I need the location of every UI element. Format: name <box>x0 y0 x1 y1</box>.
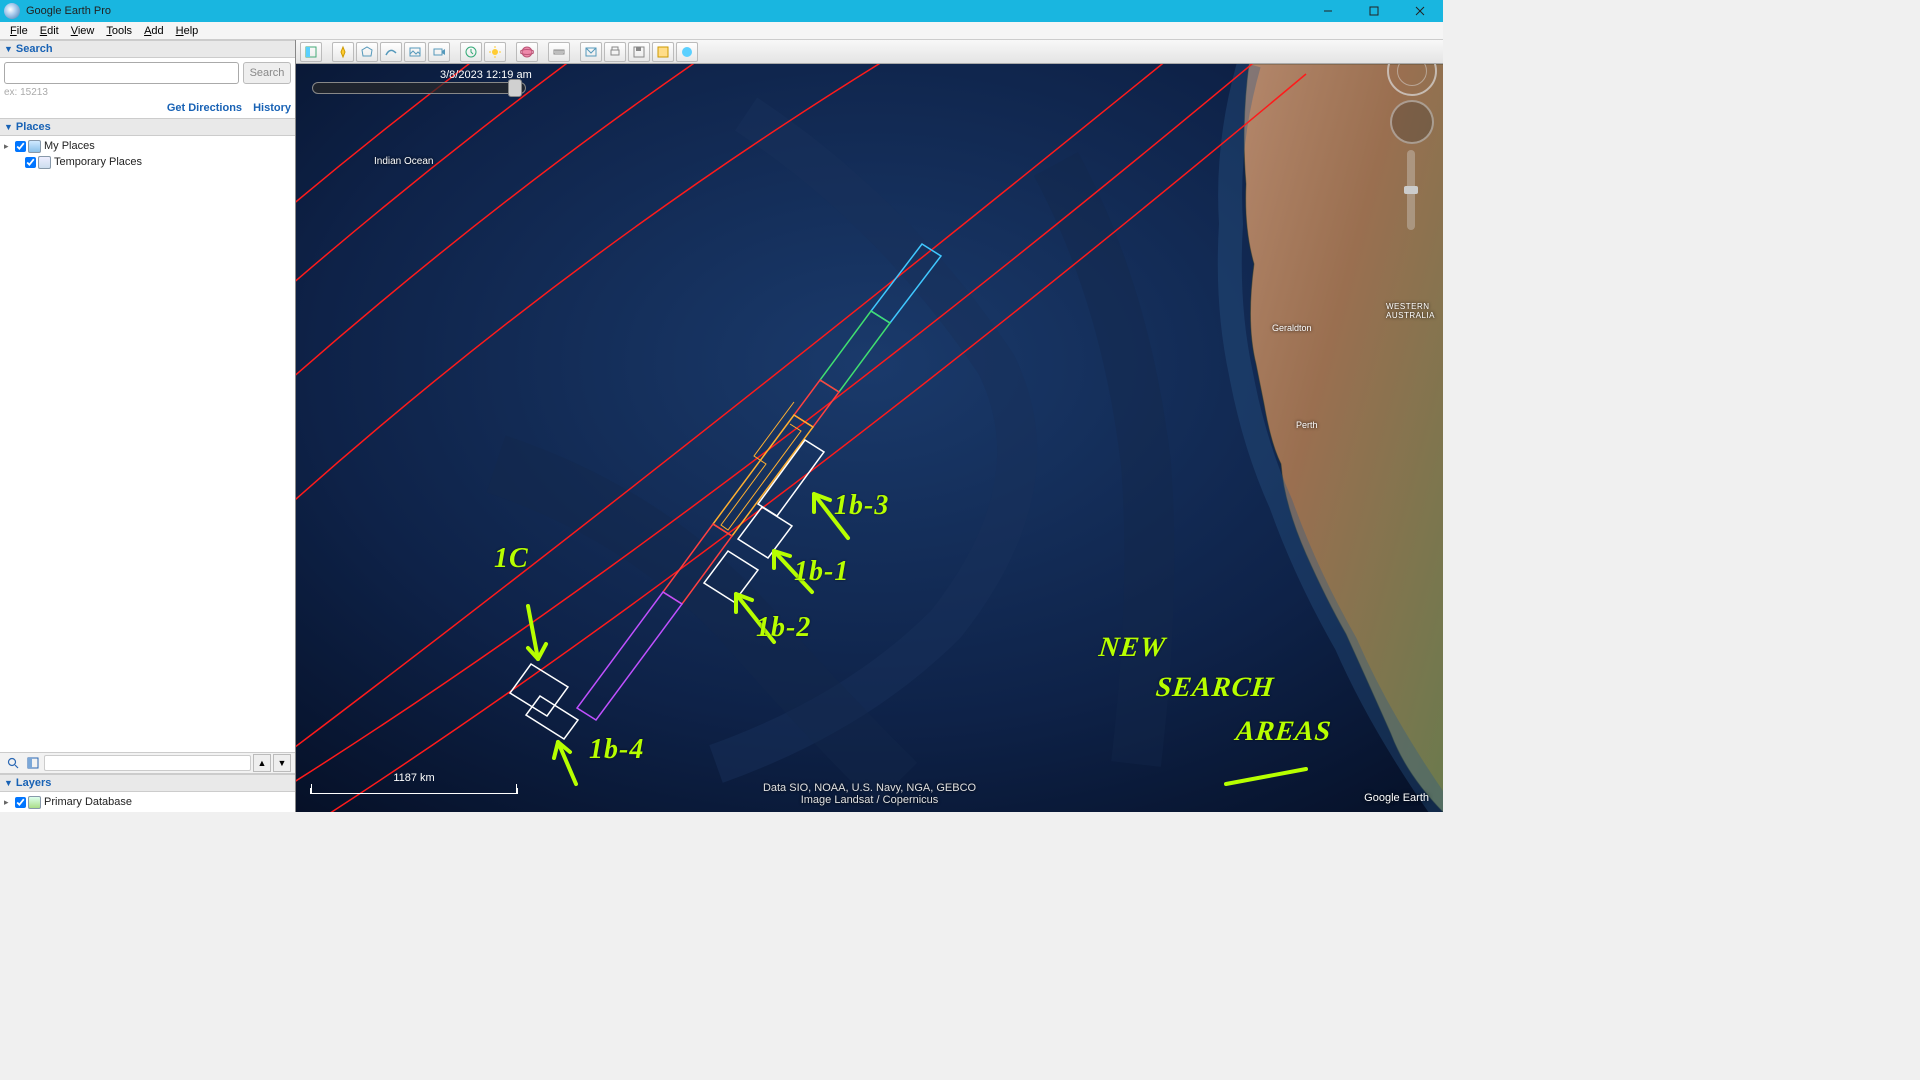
checkbox-primary-database[interactable] <box>15 797 26 808</box>
layers-heading: Layers <box>16 777 51 789</box>
collapse-icon: ▼ <box>4 122 13 132</box>
pan-control[interactable] <box>1390 100 1434 144</box>
record-tour-button[interactable] <box>428 42 450 62</box>
expand-icon[interactable]: ▸ <box>4 141 14 152</box>
expand-icon[interactable]: ▸ <box>4 797 14 808</box>
menu-file[interactable]: File <box>4 24 34 38</box>
tree-label: My Places <box>44 140 95 152</box>
map-viewport[interactable]: 3/8/2023 12:19 am <box>296 40 1443 812</box>
menu-view[interactable]: View <box>65 24 101 38</box>
tree-row-temporary-places[interactable]: Temporary Places <box>2 154 293 170</box>
sunlight-button[interactable] <box>484 42 506 62</box>
menu-add[interactable]: Add <box>138 24 170 38</box>
tree-label: Primary Database <box>44 796 132 808</box>
app-icon <box>4 3 20 19</box>
ruler-button[interactable] <box>548 42 570 62</box>
menu-edit[interactable]: Edit <box>34 24 65 38</box>
save-image-button[interactable] <box>628 42 650 62</box>
placemark-button[interactable] <box>332 42 354 62</box>
scale-label: 1187 km <box>393 772 434 784</box>
zoom-slider[interactable] <box>1407 150 1415 230</box>
google-earth-logo: Google Earth <box>1364 792 1429 804</box>
print-button[interactable] <box>604 42 626 62</box>
sidebar: ▼ Search Search ex: 15213 Get Directions… <box>0 40 296 812</box>
view-in-maps-button[interactable] <box>652 42 674 62</box>
menu-help[interactable]: Help <box>170 24 205 38</box>
search-hint: ex: 15213 <box>4 87 291 98</box>
layers-icon <box>28 796 41 809</box>
close-button[interactable] <box>1397 0 1443 22</box>
email-button[interactable] <box>580 42 602 62</box>
window-titlebar: Google Earth Pro <box>0 0 1443 22</box>
time-handle[interactable] <box>508 79 522 97</box>
navigation-widget[interactable]: N <box>1387 46 1437 230</box>
checkbox-temporary-places[interactable] <box>25 157 36 168</box>
map-toolbar <box>296 40 1443 64</box>
layers-panel-header[interactable]: ▼ Layers <box>0 774 295 792</box>
places-heading: Places <box>16 121 51 133</box>
polygon-button[interactable] <box>356 42 378 62</box>
time-track[interactable] <box>312 82 526 94</box>
places-panel-header[interactable]: ▼ Places <box>0 118 295 136</box>
search-input[interactable] <box>4 62 239 84</box>
minimize-button[interactable] <box>1305 0 1351 22</box>
search-places-icon[interactable] <box>4 754 22 772</box>
move-up-button[interactable]: ▲ <box>253 754 271 772</box>
move-down-button[interactable]: ▼ <box>273 754 291 772</box>
historical-imagery-button[interactable] <box>460 42 482 62</box>
tree-label: Temporary Places <box>54 156 142 168</box>
menubar: File Edit View Tools Add Help <box>0 22 1443 40</box>
image-overlay-button[interactable] <box>404 42 426 62</box>
history-link[interactable]: History <box>253 102 291 114</box>
map-attribution: Data SIO, NOAA, U.S. Navy, NGA, GEBCO Im… <box>763 782 976 806</box>
window-title: Google Earth Pro <box>24 5 1305 17</box>
map-canvas <box>296 64 1443 812</box>
scale-bar: 1187 km <box>310 788 518 794</box>
search-panel-header[interactable]: ▼ Search <box>0 40 295 58</box>
maximize-button[interactable] <box>1351 0 1397 22</box>
folder-icon <box>38 156 51 169</box>
path-button[interactable] <box>380 42 402 62</box>
search-heading: Search <box>16 43 53 55</box>
search-button[interactable]: Search <box>243 62 291 84</box>
menu-tools[interactable]: Tools <box>100 24 138 38</box>
collapse-icon: ▼ <box>4 778 13 788</box>
collapse-icon: ▼ <box>4 44 13 54</box>
toggle-sidebar-icon[interactable] <box>24 754 42 772</box>
get-directions-link[interactable]: Get Directions <box>167 102 242 114</box>
opacity-slider[interactable] <box>44 755 251 771</box>
tree-row-primary-database[interactable]: ▸ Primary Database <box>2 794 293 810</box>
sign-in-button[interactable] <box>676 42 698 62</box>
folder-icon <box>28 140 41 153</box>
tree-row-my-places[interactable]: ▸ My Places <box>2 138 293 154</box>
checkbox-my-places[interactable] <box>15 141 26 152</box>
places-toolbar: ▲ ▼ <box>0 752 295 774</box>
hide-sidebar-button[interactable] <box>300 42 322 62</box>
planets-button[interactable] <box>516 42 538 62</box>
zoom-handle[interactable] <box>1404 186 1418 194</box>
